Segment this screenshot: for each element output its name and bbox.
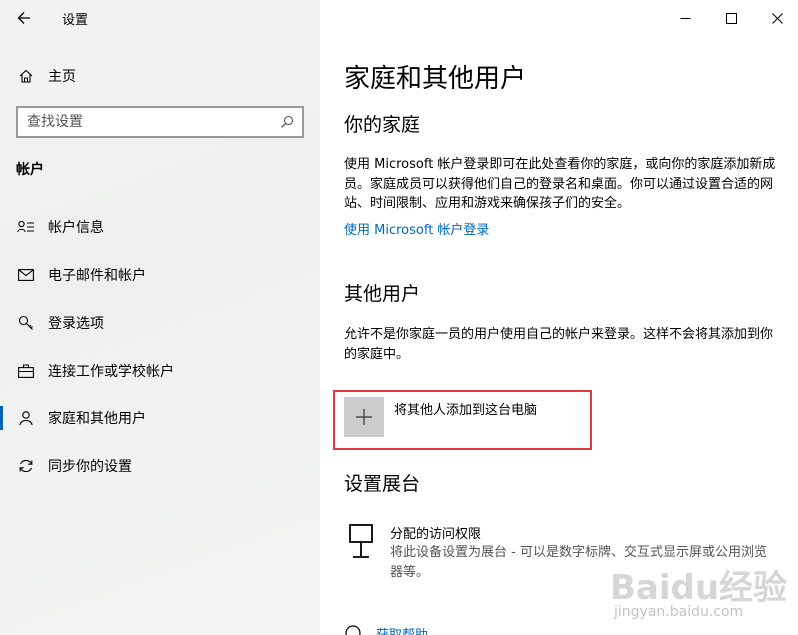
minimize-button[interactable]: [662, 0, 708, 36]
family-heading: 你的家庭: [344, 114, 421, 136]
mail-icon: [16, 265, 36, 285]
sidebar-item-label: 同步你的设置: [48, 459, 132, 475]
sidebar-item-label: 家庭和其他用户: [48, 411, 146, 427]
sidebar-item-label: 登录选项: [48, 316, 104, 332]
assigned-access-link[interactable]: 分配的访问权限: [390, 523, 481, 542]
sidebar-item-email[interactable]: 电子邮件和帐户: [0, 255, 320, 295]
search-icon[interactable]: [272, 108, 302, 136]
titlebar-right: [320, 0, 798, 36]
sync-icon: [16, 456, 36, 476]
close-button[interactable]: [754, 0, 798, 36]
sidebar-item-sign-in-options[interactable]: 登录选项: [0, 303, 320, 343]
sidebar-item-sync[interactable]: 同步你的设置: [0, 446, 320, 486]
microsoft-signin-link[interactable]: 使用 Microsoft 帐户登录: [344, 219, 489, 238]
add-other-user-label: 将其他人添加到这台电脑: [394, 403, 538, 418]
sidebar: 设置 主页 帐户 帐户信息: [0, 0, 320, 635]
sidebar-item-account-info[interactable]: 帐户信息: [0, 207, 320, 247]
home-label: 主页: [48, 69, 76, 85]
maximize-icon: [725, 12, 737, 24]
kiosk-icon: [347, 523, 377, 563]
help-item[interactable]: 获取帮助: [344, 624, 464, 635]
watermark-brand: Baidu经验: [610, 568, 788, 608]
other-users-heading: 其他用户: [344, 283, 421, 305]
other-users-description: 允许不是你家庭一员的用户使用自己的帐户来登录。这样不会将其添加到你的家庭中。: [344, 327, 774, 362]
plus-icon: [356, 409, 372, 425]
search-input[interactable]: [18, 108, 272, 136]
account-info-icon: [16, 217, 36, 237]
add-tile: [344, 397, 384, 437]
help-link[interactable]: 获取帮助: [376, 624, 428, 635]
sidebar-item-work-school[interactable]: 连接工作或学校帐户: [0, 351, 320, 391]
sidebar-item-label: 连接工作或学校帐户: [48, 364, 174, 380]
back-arrow-icon: [17, 12, 30, 24]
family-description: 使用 Microsoft 帐户登录即可在此处查看你的家庭，或向你的家庭添加新成员…: [344, 157, 776, 211]
key-icon: [16, 313, 36, 333]
watermark: Baidu经验 jingyan.baidu.com: [610, 560, 790, 630]
home-nav-item[interactable]: 主页: [0, 60, 320, 92]
back-button[interactable]: [6, 4, 42, 32]
help-icon: [345, 625, 361, 635]
sidebar-item-family[interactable]: 家庭和其他用户: [0, 398, 320, 438]
home-icon: [16, 66, 36, 86]
briefcase-icon: [16, 361, 36, 381]
maximize-button[interactable]: [708, 0, 754, 36]
close-icon: [771, 12, 783, 24]
sidebar-item-label: 电子邮件和帐户: [48, 268, 146, 284]
search-box: [16, 106, 304, 138]
page-title: 家庭和其他用户: [344, 64, 527, 94]
titlebar-left: 设置: [0, 0, 320, 36]
minimize-icon: [680, 17, 690, 19]
sidebar-section-label: 帐户: [16, 162, 44, 178]
watermark-url: jingyan.baidu.com: [614, 604, 744, 620]
kiosk-heading: 设置展台: [344, 473, 421, 495]
add-other-user-button[interactable]: 将其他人添加到这台电脑: [333, 390, 592, 450]
family-icon: [16, 408, 36, 428]
sidebar-item-label: 帐户信息: [48, 220, 104, 236]
app-title: 设置: [62, 13, 89, 28]
